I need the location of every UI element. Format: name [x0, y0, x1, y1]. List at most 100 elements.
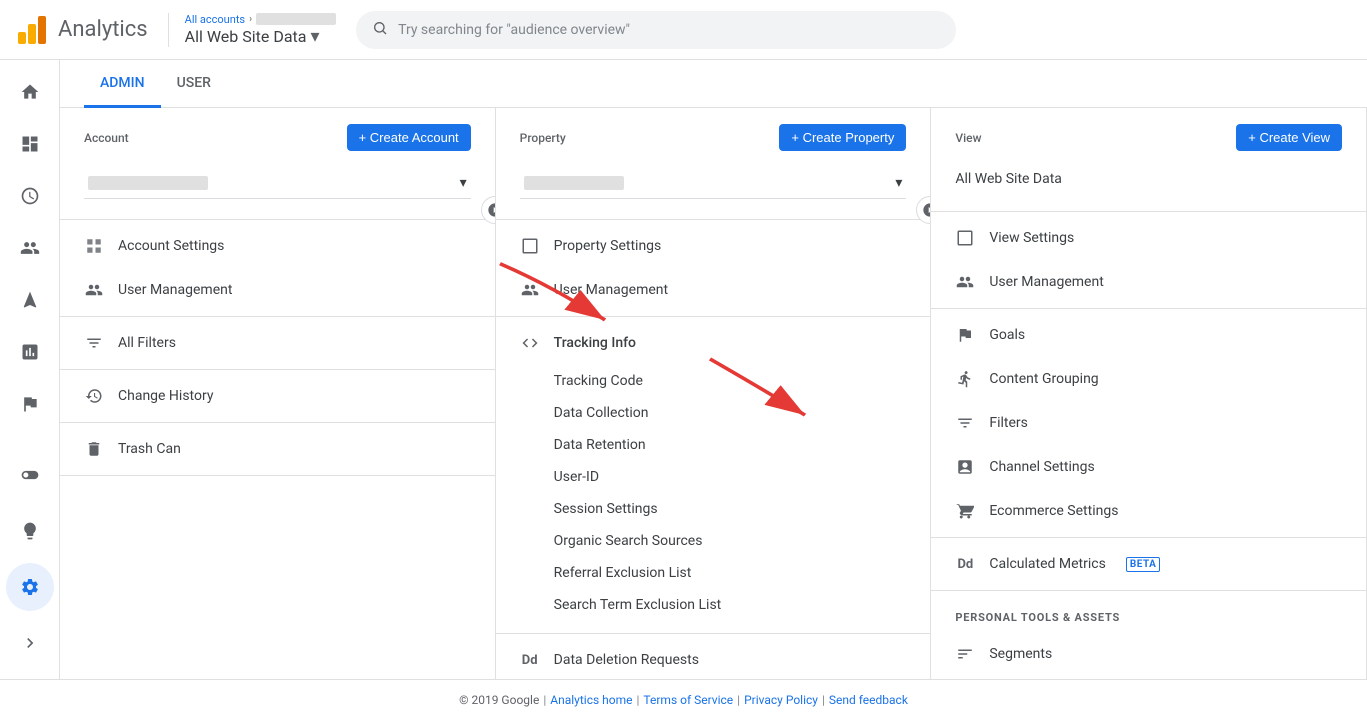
account-selector[interactable]: All accounts › All Web Site Data ▾ [168, 13, 336, 47]
dropdown-arrow-icon: ▾ [460, 175, 467, 191]
sidebar-item-behavior[interactable] [6, 328, 54, 376]
divider [931, 211, 1366, 212]
view-dropdown-row: All Web Site Data [931, 163, 1366, 207]
nav-all-filters[interactable]: All Filters [60, 321, 495, 365]
nav-property-settings[interactable]: Property Settings [496, 224, 931, 268]
organic-search-sources-link[interactable]: Organic Search Sources [554, 525, 907, 557]
top-header: Analytics All accounts › All Web Site Da… [0, 0, 1367, 60]
view-column: View + Create View All Web Site Data Vie… [931, 108, 1367, 679]
calculated-metrics-label: Calculated Metrics [989, 556, 1106, 572]
divider [496, 219, 931, 220]
property-label: Property [520, 131, 566, 145]
nav-tracking-info[interactable]: Tracking Info [496, 321, 931, 365]
nav-goals[interactable]: Goals [931, 313, 1366, 357]
content-grouping-label: Content Grouping [989, 371, 1098, 387]
filters-label: Filters [989, 415, 1028, 431]
footer-sep: | [737, 693, 740, 707]
main-layout: ADMIN USER Account + Create Account ▾ [0, 60, 1367, 679]
account-dropdown[interactable]: ▾ [84, 167, 471, 199]
footer-terms-of-service[interactable]: Terms of Service [643, 693, 733, 707]
sidebar-item-insights[interactable] [6, 507, 54, 555]
nav-view-settings[interactable]: View Settings [931, 216, 1366, 260]
cart-icon [955, 501, 975, 521]
divider [496, 316, 931, 317]
segments-label: Segments [989, 646, 1052, 662]
goals-label: Goals [989, 327, 1025, 343]
history-icon [84, 386, 104, 406]
data-collection-link[interactable]: Data Collection [554, 397, 907, 429]
delete-icon [84, 439, 104, 459]
referral-exclusion-list-link[interactable]: Referral Exclusion List [554, 557, 907, 589]
footer-copyright: © 2019 Google [459, 693, 539, 707]
nav-channel-settings[interactable]: Channel Settings [931, 445, 1366, 489]
user-id-link[interactable]: User-ID [554, 461, 907, 493]
square-icon [520, 236, 540, 256]
sidebar-item-conversions[interactable] [6, 380, 54, 428]
view-column-header: View + Create View [931, 108, 1366, 163]
nav-change-history[interactable]: Change History [60, 374, 495, 418]
dd-icon: Dd [520, 650, 540, 670]
create-view-button[interactable]: + Create View [1236, 124, 1342, 151]
personal-tools-label: PERSONAL TOOLS & ASSETS [931, 595, 1366, 632]
tabs-bar: ADMIN USER [60, 60, 1367, 108]
nav-annotations[interactable]: Annotations [931, 676, 1366, 679]
tab-user[interactable]: USER [161, 60, 227, 108]
tracking-code-link[interactable]: Tracking Code [554, 365, 907, 397]
account-dropdown-row: ▾ [60, 163, 495, 215]
sidebar-item-dashboard[interactable] [6, 120, 54, 168]
account-value-blurred [88, 176, 208, 190]
search-placeholder: Try searching for "audience overview" [398, 22, 630, 38]
sidebar-bottom [6, 451, 54, 679]
footer-privacy-policy[interactable]: Privacy Policy [744, 693, 818, 707]
nav-data-deletion[interactable]: Dd Data Deletion Requests [496, 638, 931, 679]
property-dropdown[interactable]: ▾ [520, 167, 907, 199]
search-icon [372, 20, 388, 40]
beta-badge: BETA [1126, 557, 1161, 572]
data-retention-link[interactable]: Data Retention [554, 429, 907, 461]
nav-calculated-metrics[interactable]: Dd Calculated Metrics BETA [931, 542, 1366, 586]
filter-icon [955, 413, 975, 433]
tab-admin[interactable]: ADMIN [84, 60, 161, 108]
nav-account-settings[interactable]: Account Settings [60, 224, 495, 268]
footer-send-feedback[interactable]: Send feedback [829, 693, 908, 707]
nav-property-user-management[interactable]: User Management [496, 268, 931, 312]
account-user-management-label: User Management [118, 282, 232, 298]
person-walk-icon [955, 369, 975, 389]
sidebar-item-admin[interactable] [6, 563, 54, 611]
divider [60, 316, 495, 317]
content-area: ADMIN USER Account + Create Account ▾ [60, 60, 1367, 679]
nav-account-user-management[interactable]: User Management [60, 268, 495, 312]
footer-sep: | [543, 693, 546, 707]
sidebar-item-home[interactable] [6, 68, 54, 116]
code-icon [520, 333, 540, 353]
search-bar[interactable]: Try searching for "audience overview" [356, 11, 956, 49]
people-icon [520, 280, 540, 300]
view-label-header: View [955, 131, 981, 145]
account-name-dropdown[interactable]: All Web Site Data ▾ [185, 26, 336, 47]
sidebar-item-acquisition[interactable] [6, 276, 54, 324]
divider [496, 633, 931, 634]
nav-trash-can[interactable]: Trash Can [60, 427, 495, 471]
nav-ecommerce-settings[interactable]: Ecommerce Settings [931, 489, 1366, 533]
filter-icon [84, 333, 104, 353]
nav-content-grouping[interactable]: Content Grouping [931, 357, 1366, 401]
nav-view-user-management[interactable]: User Management [931, 260, 1366, 304]
sidebar-item-realtime[interactable] [6, 172, 54, 220]
nav-filters[interactable]: Filters [931, 401, 1366, 445]
account-name-blurred [256, 13, 336, 25]
sidebar-item-connect[interactable] [6, 451, 54, 499]
sidebar-item-audience[interactable] [6, 224, 54, 272]
account-settings-label: Account Settings [118, 238, 224, 254]
all-accounts-link[interactable]: All accounts › [185, 13, 336, 26]
property-value-blurred [524, 176, 624, 190]
create-property-button[interactable]: + Create Property [779, 124, 906, 151]
sidebar-item-expand[interactable] [6, 619, 54, 667]
create-account-button[interactable]: + Create Account [347, 124, 471, 151]
footer-analytics-home[interactable]: Analytics home [550, 693, 632, 707]
property-user-management-label: User Management [554, 282, 668, 298]
session-settings-link[interactable]: Session Settings [554, 493, 907, 525]
all-filters-label: All Filters [118, 335, 176, 351]
nav-segments[interactable]: Segments [931, 632, 1366, 676]
square-icon [955, 228, 975, 248]
search-term-exclusion-list-link[interactable]: Search Term Exclusion List [554, 589, 907, 621]
